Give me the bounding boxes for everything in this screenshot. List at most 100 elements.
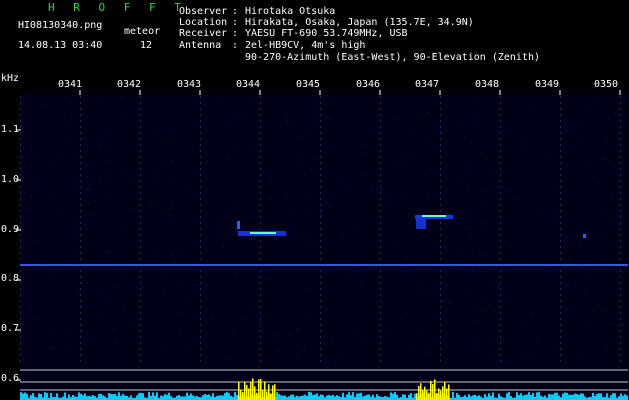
noise-speck [422,284,424,286]
meteor-bar [430,380,432,400]
noise-speck [171,135,173,137]
activity-bar [554,392,556,400]
noise-speck [36,259,38,261]
info-sep: : [232,17,239,28]
noise-speck [405,271,407,273]
noise-speck [87,189,89,191]
activity-bar [592,392,594,400]
activity-bar [292,394,294,400]
noise-speck [240,118,242,120]
gridline-dot [560,240,561,242]
noise-speck [167,348,169,350]
gridline-dot [140,204,141,206]
noise-speck [400,318,402,320]
gridline-dot [380,336,381,338]
activity-bar [562,393,564,400]
gridline-dot [80,180,81,182]
activity-bar [160,395,162,400]
activity-bar [118,392,120,400]
activity-bar [44,392,46,400]
activity-bar [312,394,314,400]
activity-bar [556,392,558,400]
gridline-dot [560,132,561,134]
gridline-dot [380,156,381,158]
noise-speck [288,332,290,334]
gridline-dot [320,270,321,272]
meteor-count: 12 [140,40,153,51]
noise-speck [419,227,421,229]
gridline-dot [200,348,201,350]
activity-bar [348,392,350,400]
activity-bar [98,394,100,400]
noise-speck [542,214,544,216]
noise-speck [605,335,607,337]
activity-bar [104,396,106,400]
gridline-dot [560,162,561,164]
gridline-dot [140,174,141,176]
gridline-dot [200,336,201,338]
gridline-dot [80,294,81,296]
gridline-dot [560,186,561,188]
info-sep: : [232,6,239,17]
gridline-dot [560,282,561,284]
gridline-dot [500,252,501,254]
activity-bar [550,394,552,400]
activity-bar [366,394,368,400]
activity-bar [564,392,566,400]
gridline-dot [500,282,501,284]
activity-bar [576,394,578,400]
gridline-dot [560,150,561,152]
noise-speck [569,148,571,150]
gridline-dot [620,198,621,200]
activity-bar [506,393,508,400]
gridline-dot [260,276,261,278]
noise-speck [601,259,603,261]
activity-bar [338,396,340,400]
noise-speck [503,242,505,244]
noise-speck [70,114,72,116]
gridline-dot [380,150,381,152]
noise-speck [316,246,318,248]
gridline-dot [560,198,561,200]
gridline-dot [80,312,81,314]
gridline-dot [560,342,561,344]
noise-speck [592,311,594,313]
gridline-dot [200,234,201,236]
noise-speck [336,356,338,358]
noise-speck [328,117,330,118]
noise-speck [496,341,498,343]
noise-speck [94,127,96,129]
activity-bar [444,395,446,400]
activity-bar [558,395,560,400]
activity-bar [124,395,126,400]
noise-speck [330,338,332,340]
gridline-dot [500,324,501,326]
noise-speck [92,164,94,165]
activity-bar [538,392,540,400]
activity-bar [596,394,598,400]
activity-histogram [20,392,628,400]
gridline-dot [140,108,141,110]
gridline-dot [20,150,21,152]
meteor-bar [448,384,450,400]
noise-speck [22,262,24,264]
gridline-dot [320,96,321,98]
noise-speck [153,127,155,129]
gridline-dot [320,336,321,338]
gridline-dot [560,204,561,206]
noise-speck [468,218,470,220]
activity-bar [204,394,206,400]
gridline-dot [440,96,441,98]
meteor-label: meteor [124,26,161,37]
noise-speck [303,129,305,131]
gridline-dot [80,114,81,116]
gridline-dot [80,336,81,338]
gridline-dot [380,126,381,128]
gridline-dot [200,342,201,344]
gridline-dot [140,300,141,302]
activity-bar [136,395,138,400]
gridline-dot [200,270,201,272]
gridline-dot [260,312,261,314]
noise-speck [487,304,489,306]
gridline-dot [560,354,561,356]
